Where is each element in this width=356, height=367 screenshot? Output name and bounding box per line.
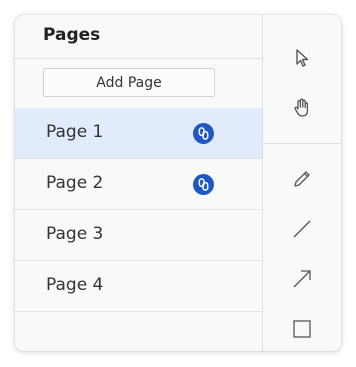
page-row-2[interactable]: Page 2 [15,159,262,210]
add-page-area: Add Page [15,59,262,108]
hand-icon [294,98,309,117]
line-icon [293,220,311,238]
page-label: Page 2 [46,173,104,193]
rectangle-icon [293,320,311,338]
add-page-button[interactable]: Add Page [43,68,215,97]
pointer-icon [296,49,309,67]
link-icon [193,174,214,195]
arrow-icon [293,270,311,288]
page-label: Page 1 [46,122,104,142]
pages-title: Pages [43,25,101,45]
page-row-4[interactable]: Page 4 [15,261,262,312]
pages-column: Pages Add Page Page 1 Page 2 Page 3 Page… [15,15,262,351]
pencil-tool-button[interactable] [287,164,317,194]
arrow-tool-button[interactable] [287,264,317,294]
pages-header: Pages [15,15,262,59]
toolbar-divider [263,143,341,144]
hand-tool-button[interactable] [287,93,317,123]
pencil-icon [294,171,310,187]
page-row-3[interactable]: Page 3 [15,210,262,261]
link-icon [193,123,214,144]
tool-column [262,15,341,351]
page-label: Page 4 [46,275,104,295]
page-label: Page 3 [46,224,104,244]
rectangle-tool-button[interactable] [287,314,317,344]
line-tool-button[interactable] [287,214,317,244]
drawing-panel: Pages Add Page Page 1 Page 2 Page 3 Page… [15,15,341,351]
pointer-tool-button[interactable] [287,43,317,73]
page-row-1[interactable]: Page 1 [15,108,262,159]
